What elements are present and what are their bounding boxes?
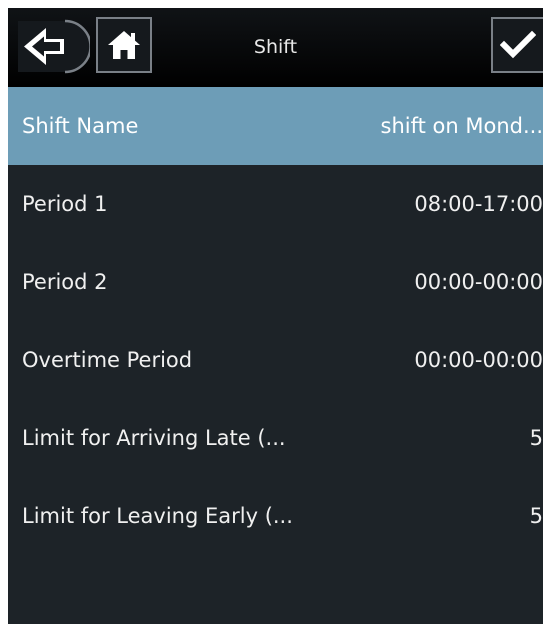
back-arrow-icon <box>18 19 92 74</box>
row-label: Period 1 <box>22 192 108 216</box>
row-value: 5 <box>529 504 543 528</box>
row-value: 00:00-00:00 <box>414 348 543 372</box>
row-overtime-period[interactable]: Overtime Period 00:00-00:00 <box>8 321 543 399</box>
row-label: Limit for Arriving Late (... <box>22 426 286 450</box>
page-title: Shift <box>253 36 298 58</box>
row-value: 5 <box>529 426 543 450</box>
shift-screen: Shift Shift Name shift on Mond... Period… <box>8 8 543 624</box>
shift-settings-list: Shift Name shift on Mond... Period 1 08:… <box>8 87 543 555</box>
header-bar: Shift <box>8 8 543 87</box>
row-label: Overtime Period <box>22 348 193 372</box>
checkmark-icon <box>500 30 536 59</box>
row-shift-name[interactable]: Shift Name shift on Mond... <box>8 87 543 165</box>
home-icon <box>108 31 140 59</box>
row-label: Limit for Leaving Early (... <box>22 504 293 528</box>
row-label: Period 2 <box>22 270 108 294</box>
row-value: 08:00-17:00 <box>414 192 543 216</box>
home-button[interactable] <box>96 17 152 73</box>
row-value: 00:00-00:00 <box>414 270 543 294</box>
row-limit-leaving-early[interactable]: Limit for Leaving Early (... 5 <box>8 477 543 555</box>
row-period-1[interactable]: Period 1 08:00-17:00 <box>8 165 543 243</box>
row-limit-arriving-late[interactable]: Limit for Arriving Late (... 5 <box>8 399 543 477</box>
confirm-button[interactable] <box>491 17 543 73</box>
row-period-2[interactable]: Period 2 00:00-00:00 <box>8 243 543 321</box>
back-button[interactable] <box>10 15 92 78</box>
row-value: shift on Mond... <box>380 114 543 138</box>
row-label: Shift Name <box>22 114 139 138</box>
